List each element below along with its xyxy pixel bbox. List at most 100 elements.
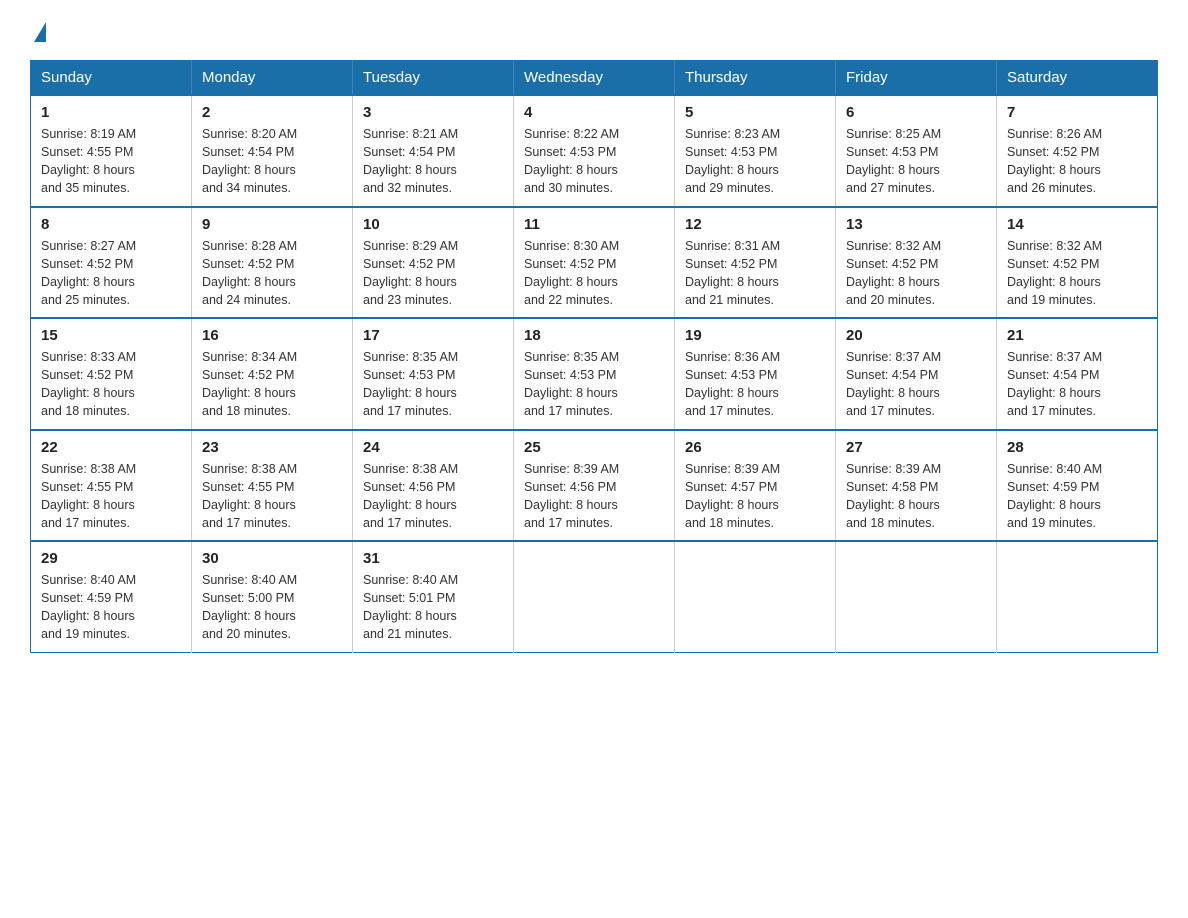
day-number: 10 [363,216,503,233]
day-info: Sunrise: 8:40 AMSunset: 4:59 PMDaylight:… [1007,460,1147,533]
day-info: Sunrise: 8:39 AMSunset: 4:57 PMDaylight:… [685,460,825,533]
calendar-header-row: SundayMondayTuesdayWednesdayThursdayFrid… [31,61,1158,96]
calendar-week-row: 22 Sunrise: 8:38 AMSunset: 4:55 PMDayligh… [31,430,1158,542]
day-number: 14 [1007,216,1147,233]
day-number: 3 [363,104,503,121]
day-number: 11 [524,216,664,233]
day-info: Sunrise: 8:34 AMSunset: 4:52 PMDaylight:… [202,348,342,421]
day-of-week-header: Saturday [997,61,1158,96]
day-number: 5 [685,104,825,121]
day-info: Sunrise: 8:30 AMSunset: 4:52 PMDaylight:… [524,237,664,310]
day-number: 2 [202,104,342,121]
calendar-day-cell [514,541,675,652]
day-number: 7 [1007,104,1147,121]
day-number: 25 [524,439,664,456]
calendar-day-cell [836,541,997,652]
calendar-day-cell: 27 Sunrise: 8:39 AMSunset: 4:58 PMDayligh… [836,430,997,542]
calendar-day-cell: 21Sunrise: 8:37 AMSunset: 4:54 PMDayligh… [997,318,1158,430]
day-of-week-header: Friday [836,61,997,96]
day-info: Sunrise: 8:40 AMSunset: 5:01 PMDaylight:… [363,571,503,644]
logo [30,20,46,40]
day-number: 19 [685,327,825,344]
calendar-week-row: 1 Sunrise: 8:19 AMSunset: 4:55 PMDaylight… [31,95,1158,207]
day-info: Sunrise: 8:39 AMSunset: 4:56 PMDaylight:… [524,460,664,533]
day-info: Sunrise: 8:32 AMSunset: 4:52 PMDaylight:… [846,237,986,310]
day-info: Sunrise: 8:31 AMSunset: 4:52 PMDaylight:… [685,237,825,310]
calendar-day-cell: 14 Sunrise: 8:32 AMSunset: 4:52 PMDayligh… [997,207,1158,319]
day-number: 29 [41,550,181,567]
day-number: 30 [202,550,342,567]
day-number: 27 [846,439,986,456]
day-of-week-header: Monday [192,61,353,96]
day-number: 6 [846,104,986,121]
day-info: Sunrise: 8:32 AMSunset: 4:52 PMDaylight:… [1007,237,1147,310]
calendar-day-cell: 20Sunrise: 8:37 AMSunset: 4:54 PMDayligh… [836,318,997,430]
day-info: Sunrise: 8:37 AMSunset: 4:54 PMDaylight:… [1007,348,1147,421]
day-info: Sunrise: 8:36 AMSunset: 4:53 PMDaylight:… [685,348,825,421]
calendar-week-row: 29 Sunrise: 8:40 AMSunset: 4:59 PMDayligh… [31,541,1158,652]
day-info: Sunrise: 8:40 AMSunset: 4:59 PMDaylight:… [41,571,181,644]
day-info: Sunrise: 8:20 AMSunset: 4:54 PMDaylight:… [202,125,342,198]
calendar-day-cell: 1 Sunrise: 8:19 AMSunset: 4:55 PMDaylight… [31,95,192,207]
calendar-day-cell: 29 Sunrise: 8:40 AMSunset: 4:59 PMDayligh… [31,541,192,652]
day-info: Sunrise: 8:40 AMSunset: 5:00 PMDaylight:… [202,571,342,644]
day-info: Sunrise: 8:39 AMSunset: 4:58 PMDaylight:… [846,460,986,533]
day-number: 16 [202,327,342,344]
day-number: 17 [363,327,503,344]
day-info: Sunrise: 8:23 AMSunset: 4:53 PMDaylight:… [685,125,825,198]
calendar-day-cell: 11 Sunrise: 8:30 AMSunset: 4:52 PMDayligh… [514,207,675,319]
calendar-day-cell: 23 Sunrise: 8:38 AMSunset: 4:55 PMDayligh… [192,430,353,542]
calendar-day-cell: 8Sunrise: 8:27 AMSunset: 4:52 PMDaylight… [31,207,192,319]
day-number: 12 [685,216,825,233]
day-number: 24 [363,439,503,456]
day-info: Sunrise: 8:35 AMSunset: 4:53 PMDaylight:… [524,348,664,421]
day-number: 26 [685,439,825,456]
day-of-week-header: Wednesday [514,61,675,96]
day-number: 31 [363,550,503,567]
calendar-day-cell: 5 Sunrise: 8:23 AMSunset: 4:53 PMDaylight… [675,95,836,207]
page-header [30,20,1158,40]
calendar-day-cell: 15 Sunrise: 8:33 AMSunset: 4:52 PMDayligh… [31,318,192,430]
calendar-day-cell: 16 Sunrise: 8:34 AMSunset: 4:52 PMDayligh… [192,318,353,430]
day-info: Sunrise: 8:19 AMSunset: 4:55 PMDaylight:… [41,125,181,198]
day-info: Sunrise: 8:22 AMSunset: 4:53 PMDaylight:… [524,125,664,198]
calendar-day-cell: 28 Sunrise: 8:40 AMSunset: 4:59 PMDayligh… [997,430,1158,542]
calendar-day-cell: 17 Sunrise: 8:35 AMSunset: 4:53 PMDayligh… [353,318,514,430]
calendar-day-cell: 26 Sunrise: 8:39 AMSunset: 4:57 PMDayligh… [675,430,836,542]
calendar-day-cell: 25 Sunrise: 8:39 AMSunset: 4:56 PMDayligh… [514,430,675,542]
day-number: 28 [1007,439,1147,456]
day-number: 9 [202,216,342,233]
calendar-day-cell: 12 Sunrise: 8:31 AMSunset: 4:52 PMDayligh… [675,207,836,319]
logo-triangle-icon [34,22,46,42]
calendar-day-cell: 13 Sunrise: 8:32 AMSunset: 4:52 PMDayligh… [836,207,997,319]
day-number: 23 [202,439,342,456]
day-number: 20 [846,327,986,344]
calendar-week-row: 8Sunrise: 8:27 AMSunset: 4:52 PMDaylight… [31,207,1158,319]
calendar-day-cell [997,541,1158,652]
day-info: Sunrise: 8:26 AMSunset: 4:52 PMDaylight:… [1007,125,1147,198]
day-number: 15 [41,327,181,344]
calendar-day-cell: 10Sunrise: 8:29 AMSunset: 4:52 PMDayligh… [353,207,514,319]
day-info: Sunrise: 8:21 AMSunset: 4:54 PMDaylight:… [363,125,503,198]
calendar-day-cell: 2 Sunrise: 8:20 AMSunset: 4:54 PMDaylight… [192,95,353,207]
calendar-day-cell: 7 Sunrise: 8:26 AMSunset: 4:52 PMDaylight… [997,95,1158,207]
calendar-day-cell: 19 Sunrise: 8:36 AMSunset: 4:53 PMDayligh… [675,318,836,430]
day-number: 1 [41,104,181,121]
calendar-day-cell: 22 Sunrise: 8:38 AMSunset: 4:55 PMDayligh… [31,430,192,542]
calendar-day-cell: 4 Sunrise: 8:22 AMSunset: 4:53 PMDaylight… [514,95,675,207]
day-info: Sunrise: 8:38 AMSunset: 4:55 PMDaylight:… [41,460,181,533]
calendar-day-cell [675,541,836,652]
day-number: 4 [524,104,664,121]
day-info: Sunrise: 8:38 AMSunset: 4:55 PMDaylight:… [202,460,342,533]
day-number: 22 [41,439,181,456]
day-info: Sunrise: 8:25 AMSunset: 4:53 PMDaylight:… [846,125,986,198]
day-info: Sunrise: 8:28 AMSunset: 4:52 PMDaylight:… [202,237,342,310]
day-info: Sunrise: 8:35 AMSunset: 4:53 PMDaylight:… [363,348,503,421]
day-number: 13 [846,216,986,233]
day-info: Sunrise: 8:38 AMSunset: 4:56 PMDaylight:… [363,460,503,533]
calendar-day-cell: 9 Sunrise: 8:28 AMSunset: 4:52 PMDaylight… [192,207,353,319]
calendar-week-row: 15 Sunrise: 8:33 AMSunset: 4:52 PMDayligh… [31,318,1158,430]
calendar-day-cell: 30 Sunrise: 8:40 AMSunset: 5:00 PMDayligh… [192,541,353,652]
day-info: Sunrise: 8:33 AMSunset: 4:52 PMDaylight:… [41,348,181,421]
calendar-day-cell: 3 Sunrise: 8:21 AMSunset: 4:54 PMDaylight… [353,95,514,207]
